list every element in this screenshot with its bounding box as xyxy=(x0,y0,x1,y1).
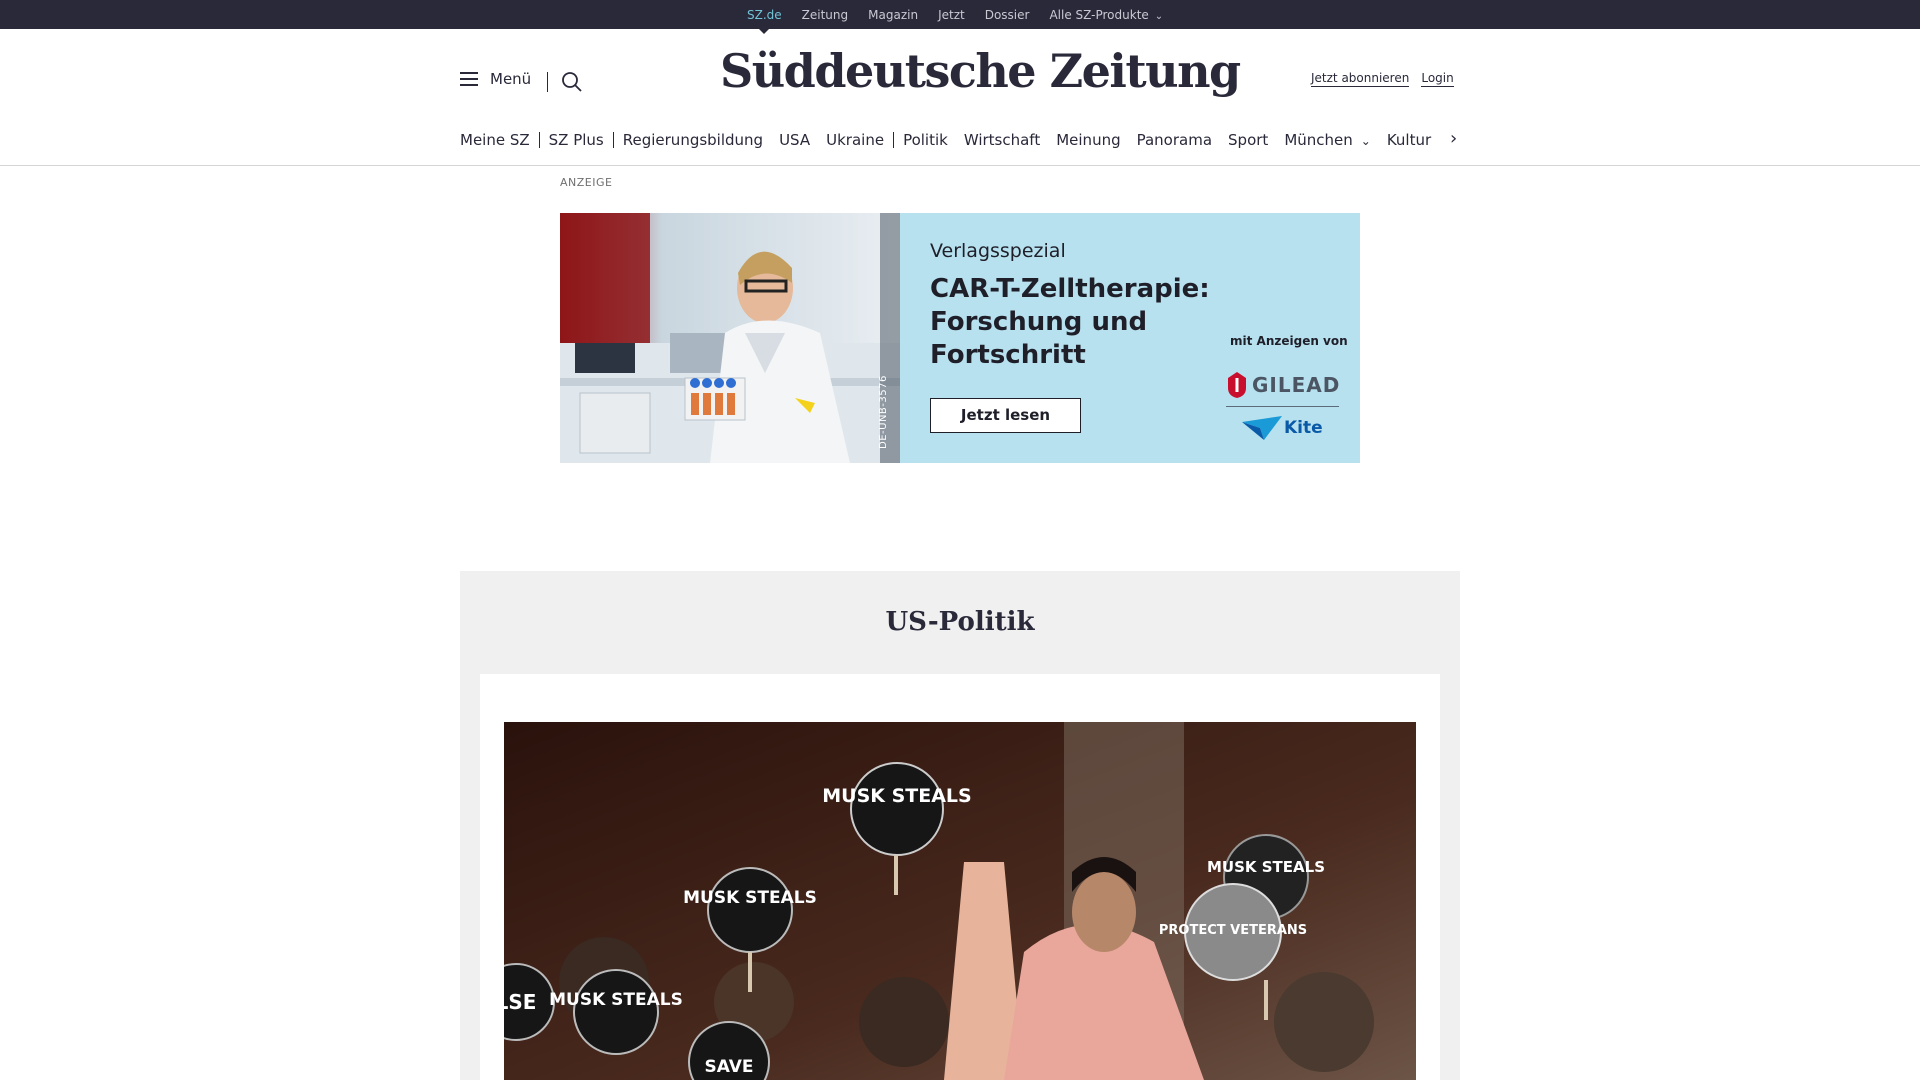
menu-label: Menü xyxy=(490,70,532,88)
sign-text: LSE xyxy=(504,990,536,1014)
nav-separator xyxy=(538,132,540,148)
gilead-logo: GILEAD xyxy=(1226,370,1340,400)
login-link[interactable]: Login xyxy=(1421,71,1454,87)
gilead-mark-icon xyxy=(1228,372,1246,398)
teaser-card[interactable]: MUSK STEALS MUSK STEALS MUSK STEALS MUSK… xyxy=(480,674,1440,1080)
ad-lab-photo xyxy=(560,213,900,463)
topbar-link-dossier[interactable]: Dossier xyxy=(985,8,1030,22)
nav-separator xyxy=(893,132,895,148)
nav-item-wirtschaft[interactable]: Wirtschaft xyxy=(964,131,1040,149)
nav-item-panorama[interactable]: Panorama xyxy=(1137,131,1212,149)
topbar-link-alle-produkte[interactable]: Alle SZ-Produkte ⌄ xyxy=(1049,8,1163,22)
ad-read-button[interactable]: Jetzt lesen xyxy=(930,398,1081,433)
topbar-link-magazin[interactable]: Magazin xyxy=(868,8,918,22)
sign-text: MUSK STEALS xyxy=(683,888,817,908)
nav-divider xyxy=(0,165,1920,166)
section-title[interactable]: US-Politik xyxy=(460,607,1460,637)
chevron-down-icon: ⌄ xyxy=(1154,10,1164,22)
topbar-link-jetzt[interactable]: Jetzt xyxy=(938,8,965,22)
nav-item-muenchen[interactable]: München ⌄ xyxy=(1284,131,1371,149)
ad-banner[interactable]: DE-UNB-3576 Verlagsspezial CAR-T-Zellthe… xyxy=(560,213,1360,463)
kite-mark-icon xyxy=(1242,416,1282,440)
search-button[interactable] xyxy=(560,70,584,94)
ad-headline: CAR-T-Zelltherapie: Forschung und Fortsc… xyxy=(930,274,1210,370)
nav-scroll-right-icon[interactable]: › xyxy=(1450,128,1457,149)
ad-sponsor-label: mit Anzeigen von xyxy=(1230,334,1348,348)
sign-text: MUSK STEALS xyxy=(1207,858,1325,876)
nav-item-regierungsbildung[interactable]: Regierungsbildung xyxy=(623,131,763,149)
site-logo[interactable]: Süddeutsche Zeitung xyxy=(720,44,1241,98)
nav-item-usa[interactable]: USA xyxy=(779,131,810,149)
ad-logo-divider xyxy=(1226,406,1339,407)
chevron-down-icon: ⌄ xyxy=(1360,134,1371,148)
nav-item-politik[interactable]: Politik xyxy=(903,131,948,149)
us-politik-section: US-Politik MUSK STEALS MUSK STEALS MUSK … xyxy=(460,571,1460,1080)
topbar-link-zeitung[interactable]: Zeitung xyxy=(802,8,848,22)
ad-kicker: Verlagsspezial xyxy=(930,240,1066,262)
kite-logo-text: Kite xyxy=(1284,418,1323,438)
sign-text: MUSK STEALS xyxy=(822,785,971,807)
products-nav: SZ.de Zeitung Magazin Jetzt Dossier Alle… xyxy=(747,0,1183,34)
menu-button[interactable]: Menü xyxy=(460,70,531,88)
sign-text: MUSK STEALS xyxy=(549,990,683,1010)
kite-logo: Kite xyxy=(1242,416,1323,440)
top-bar: SZ.de Zeitung Magazin Jetzt Dossier Alle… xyxy=(0,0,1920,34)
nav-item-kultur[interactable]: Kultur xyxy=(1387,131,1431,149)
ad-code: DE-UNB-3576 xyxy=(878,375,889,449)
category-nav: Meine SZ SZ Plus Regierungsbildung USA U… xyxy=(460,128,1431,152)
nav-item-meinung[interactable]: Meinung xyxy=(1056,131,1120,149)
sign-text: PROTECT VETERANS xyxy=(1159,923,1307,938)
account-links: Jetzt abonnieren Login xyxy=(1311,71,1454,87)
topbar-link-sz-de[interactable]: SZ.de xyxy=(747,8,782,34)
topbar-link-alle-produkte-label: Alle SZ-Produkte xyxy=(1049,7,1149,22)
nav-item-meine-sz[interactable]: Meine SZ xyxy=(460,131,530,149)
nav-separator xyxy=(612,132,614,148)
nav-item-sport[interactable]: Sport xyxy=(1228,131,1268,149)
nav-item-ukraine[interactable]: Ukraine xyxy=(826,131,884,149)
teaser-image[interactable]: MUSK STEALS MUSK STEALS MUSK STEALS MUSK… xyxy=(504,722,1416,1080)
subscribe-link[interactable]: Jetzt abonnieren xyxy=(1311,71,1410,87)
hamburger-icon xyxy=(460,72,480,86)
ad-label: ANZEIGE xyxy=(560,176,613,189)
search-icon xyxy=(562,72,582,92)
gilead-logo-text: GILEAD xyxy=(1252,373,1341,397)
header-divider xyxy=(547,72,548,92)
nav-item-sz-plus[interactable]: SZ Plus xyxy=(549,131,604,149)
nav-item-muenchen-label: München xyxy=(1284,131,1353,149)
sign-text: SAVE xyxy=(704,1057,753,1077)
